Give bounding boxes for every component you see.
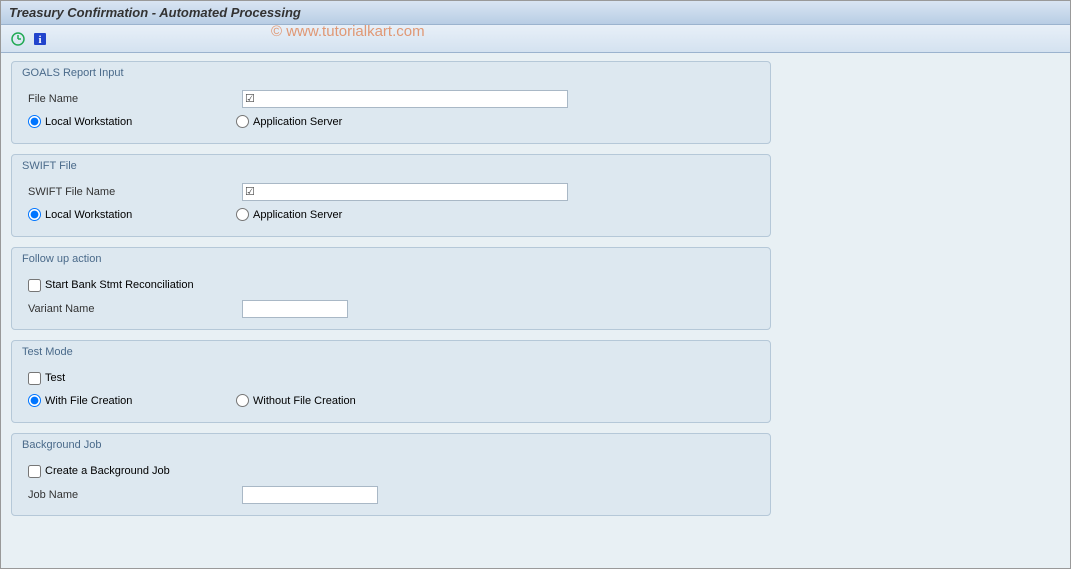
swift-file-name-label: SWIFT File Name (22, 186, 242, 198)
testmode-radio-without-label: Without File Creation (253, 395, 356, 407)
job-name-label: Job Name (22, 489, 242, 501)
swift-file-name-input[interactable] (242, 183, 568, 201)
goals-radio-server-label: Application Server (253, 116, 342, 128)
group-goals: GOALS Report Input File Name ☑ Local Wor… (11, 61, 771, 144)
variant-name-label: Variant Name (22, 303, 242, 315)
job-name-input[interactable] (242, 486, 378, 504)
goals-file-name-label: File Name (22, 93, 242, 105)
group-testmode-title: Test Mode (22, 343, 760, 364)
testmode-check[interactable] (28, 372, 41, 385)
swift-radio-server-label: Application Server (253, 209, 342, 221)
group-swift: SWIFT File SWIFT File Name ☑ Local Works… (11, 154, 771, 237)
page-title: Treasury Confirmation - Automated Proces… (9, 5, 301, 20)
bgjob-check[interactable] (28, 465, 41, 478)
group-testmode: Test Mode Test With File Creation Withou… (11, 340, 771, 423)
testmode-check-label: Test (45, 372, 65, 384)
group-swift-title: SWIFT File (22, 157, 760, 178)
group-goals-title: GOALS Report Input (22, 64, 760, 85)
swift-radio-local-label: Local Workstation (45, 209, 132, 221)
goals-radio-local-label: Local Workstation (45, 116, 132, 128)
svg-text:i: i (38, 34, 41, 46)
content-area: © www.tutorialkart.com GOALS Report Inpu… (1, 53, 1070, 568)
followup-check[interactable] (28, 279, 41, 292)
toolbar: i (1, 25, 1070, 53)
group-bgjob-title: Background Job (22, 436, 760, 457)
goals-radio-local[interactable] (28, 115, 41, 128)
title-bar: Treasury Confirmation - Automated Proces… (1, 1, 1070, 25)
group-followup-title: Follow up action (22, 250, 760, 271)
testmode-radio-without[interactable] (236, 394, 249, 407)
swift-radio-local[interactable] (28, 208, 41, 221)
group-bgjob: Background Job Create a Background Job J… (11, 433, 771, 516)
group-followup: Follow up action Start Bank Stmt Reconci… (11, 247, 771, 330)
testmode-radio-with[interactable] (28, 394, 41, 407)
variant-name-input[interactable] (242, 300, 348, 318)
testmode-radio-with-label: With File Creation (45, 395, 132, 407)
followup-check-label: Start Bank Stmt Reconciliation (45, 279, 194, 291)
info-icon[interactable]: i (31, 30, 49, 48)
execute-icon[interactable] (9, 30, 27, 48)
goals-radio-server[interactable] (236, 115, 249, 128)
swift-radio-server[interactable] (236, 208, 249, 221)
goals-file-name-input[interactable] (242, 90, 568, 108)
bgjob-check-label: Create a Background Job (45, 465, 170, 477)
